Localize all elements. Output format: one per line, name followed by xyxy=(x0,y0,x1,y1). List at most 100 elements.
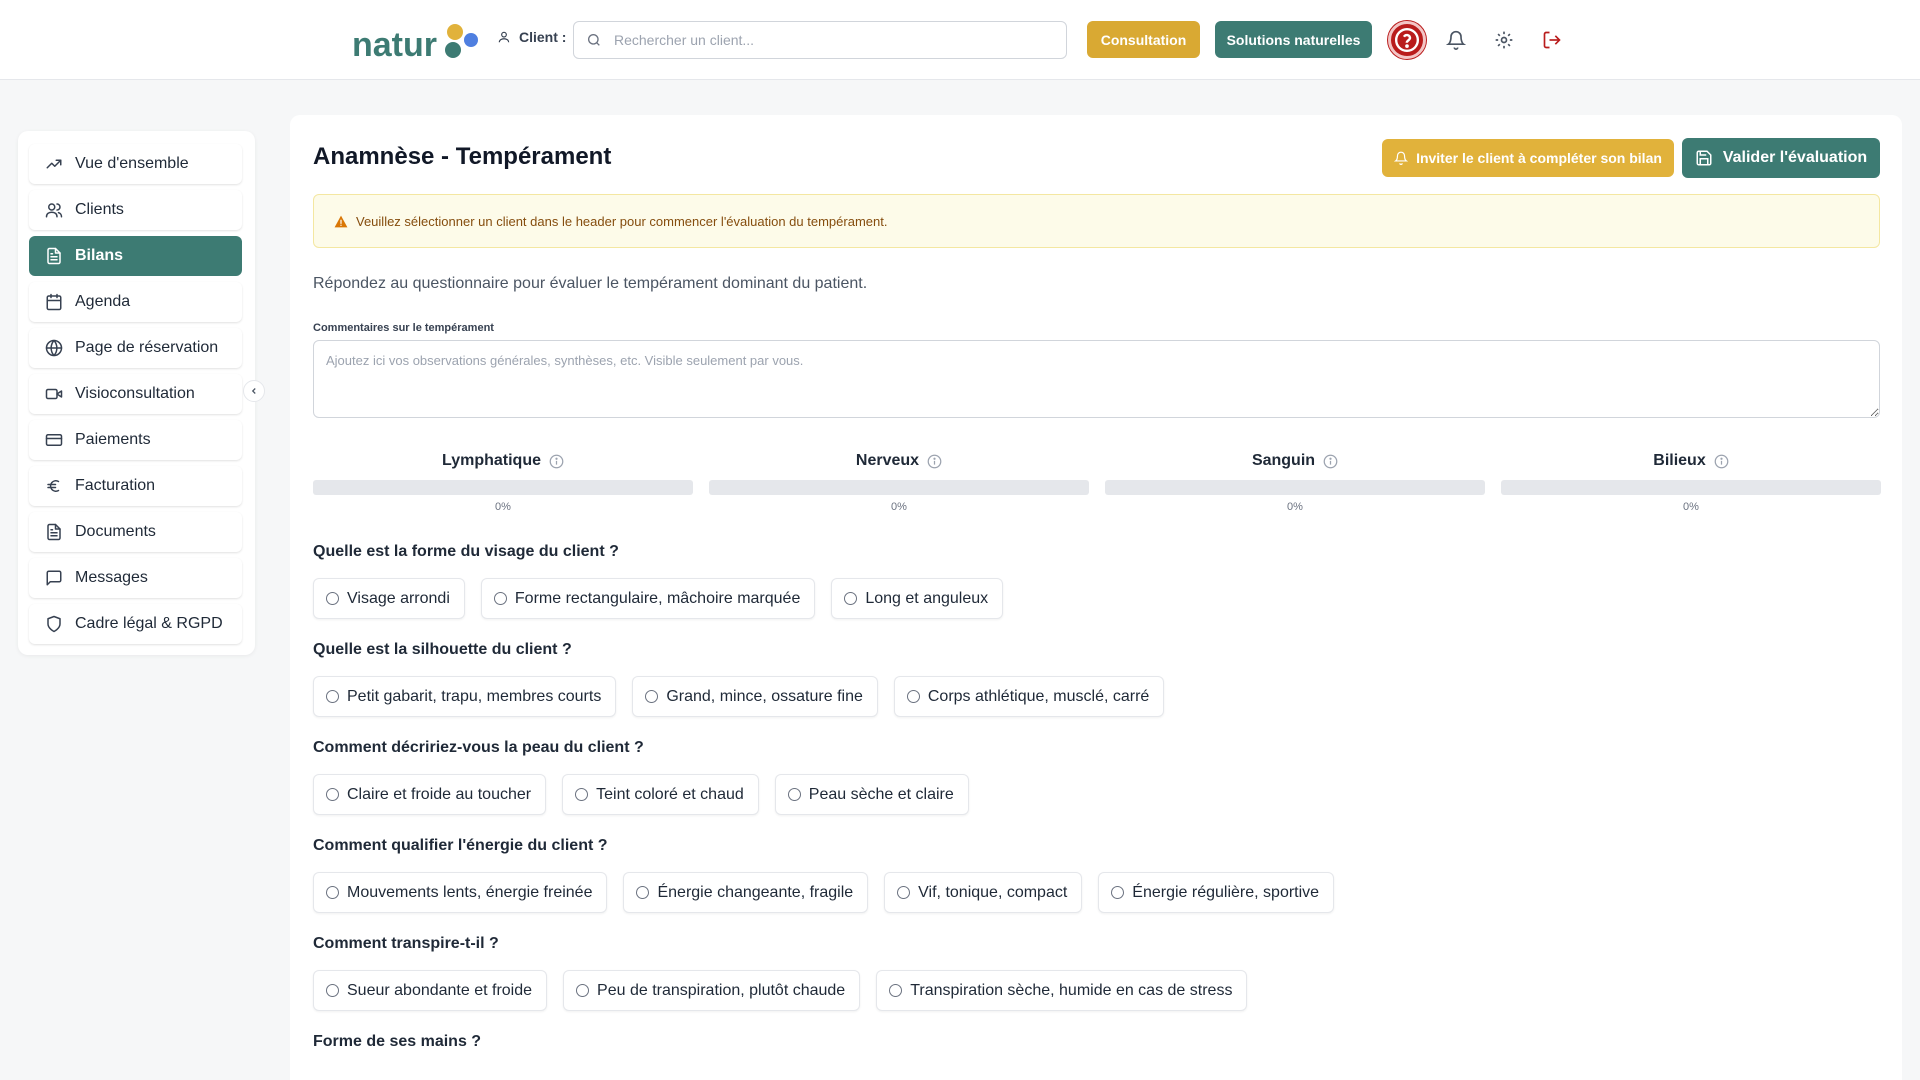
sidebar-item-label: Visioconsultation xyxy=(75,385,195,402)
temperament-name: Nerveux xyxy=(855,452,920,469)
radio-circle-icon[interactable] xyxy=(889,984,903,997)
temperament-comment-field[interactable] xyxy=(313,340,1880,418)
radio-circle-icon[interactable] xyxy=(326,886,339,899)
client-search-input[interactable] xyxy=(614,32,1034,48)
radio-option[interactable]: Énergie régulière, sportive xyxy=(1098,872,1335,913)
radio-circle-icon[interactable] xyxy=(645,690,659,703)
info-icon[interactable] xyxy=(549,454,564,469)
temperament-header: Lymphatique xyxy=(313,450,693,472)
radio-option[interactable]: Énergie changeante, fragile xyxy=(623,872,869,913)
temperament-lymphatique: Lymphatique 0% xyxy=(313,450,693,513)
main-panel: Anamnèse - Tempérament Inviter le client… xyxy=(290,115,1902,1080)
question-label: Quelle est la silhouette du client ? xyxy=(313,641,572,658)
sidebar-item-visioconsultation[interactable]: Visioconsultation xyxy=(29,374,242,414)
sidebar-item-cadre-legal-rgpd[interactable]: Cadre légal & RGPD xyxy=(29,604,242,644)
alert-text: Veuillez sélectionner un client dans le … xyxy=(356,213,888,229)
radio-circle-icon[interactable] xyxy=(1111,886,1125,899)
calendar-icon xyxy=(46,293,62,311)
question-block: Comment décririez-vous la peau du client… xyxy=(313,739,969,815)
radio-circle-icon[interactable] xyxy=(844,592,858,605)
sidebar-item-agenda[interactable]: Agenda xyxy=(29,282,242,322)
option-group: Visage arrondi Forme rectangulaire, mâcho… xyxy=(313,578,1004,619)
sidebar-item-bilans[interactable]: Bilans xyxy=(29,236,242,276)
radio-circle-icon[interactable] xyxy=(326,592,339,605)
option-group: Claire et froide au toucher Teint coloré … xyxy=(313,774,969,815)
radio-circle-icon[interactable] xyxy=(576,984,590,997)
sidebar-item-vue-d-ensemble[interactable]: Vue d'ensemble xyxy=(29,144,242,184)
sidebar-item-facturation[interactable]: Facturation xyxy=(29,466,242,506)
temperament-header: Sanguin xyxy=(1105,450,1485,472)
sidebar-item-label: Clients xyxy=(75,201,124,218)
validate-evaluation-button[interactable]: Valider l'évaluation xyxy=(1682,138,1880,178)
radio-circle-icon[interactable] xyxy=(906,690,920,703)
sidebar-item-label: Agenda xyxy=(75,293,131,310)
sidebar-item-documents[interactable]: Documents xyxy=(29,512,242,552)
sidebar-item-label: Paiements xyxy=(75,431,151,448)
temperament-name: Sanguin xyxy=(1251,452,1316,469)
sidebar-item-page-de-reservation[interactable]: Page de réservation xyxy=(29,328,242,368)
radio-circle-icon[interactable] xyxy=(636,886,650,899)
radio-option[interactable]: Peau sèche et claire xyxy=(774,774,969,815)
shield-icon xyxy=(47,615,61,633)
user-icon xyxy=(498,31,510,43)
option-group: Mouvements lents, énergie freinée Énergie… xyxy=(313,872,1335,913)
radio-option[interactable]: Grand, mince, ossature fine xyxy=(632,676,878,717)
radio-option-label: Grand, mince, ossature fine xyxy=(666,687,863,705)
sidebar-item-clients[interactable]: Clients xyxy=(29,190,242,230)
invite-client-label: Inviter le client à compléter son bilan xyxy=(1416,150,1662,166)
radio-option[interactable]: Vif, tonique, compact xyxy=(884,872,1083,913)
top-header: natur Client : Consultation Solutions na… xyxy=(0,0,1920,80)
sidebar-item-label: Facturation xyxy=(75,477,156,494)
question-label: Comment transpire-t-il ? xyxy=(313,935,499,952)
info-icon[interactable] xyxy=(1323,454,1338,469)
intro-text: Répondez au questionnaire pour évaluer l… xyxy=(313,275,868,292)
info-icon[interactable] xyxy=(1714,454,1729,469)
radio-option[interactable]: Petit gabarit, trapu, membres courts xyxy=(313,676,617,717)
radio-circle-icon[interactable] xyxy=(897,886,911,899)
bell-icon[interactable] xyxy=(1438,22,1474,58)
radio-option[interactable]: Teint coloré et chaud xyxy=(562,774,759,815)
sidebar-item-paiements[interactable]: Paiements xyxy=(29,420,242,460)
radio-circle-icon[interactable] xyxy=(326,984,339,997)
radio-circle-icon[interactable] xyxy=(787,788,801,801)
settings-gear-icon[interactable] xyxy=(1486,22,1522,58)
radio-option-label: Visage arrondi xyxy=(347,589,450,607)
invite-client-button[interactable]: Inviter le client à compléter son bilan xyxy=(1382,139,1674,177)
solutions-naturelles-button[interactable]: Solutions naturelles xyxy=(1215,21,1372,58)
radio-option-label: Long et anguleux xyxy=(865,589,989,607)
save-icon xyxy=(1696,150,1712,166)
radio-option[interactable]: Transpiration sèche, humide en cas de st… xyxy=(876,970,1248,1011)
consultation-button[interactable]: Consultation xyxy=(1087,21,1200,58)
document-icon xyxy=(47,247,61,265)
logout-icon[interactable] xyxy=(1534,22,1570,58)
radio-circle-icon[interactable] xyxy=(493,592,507,605)
sidebar-item-label: Documents xyxy=(75,523,156,540)
radio-option[interactable]: Sueur abondante et froide xyxy=(313,970,548,1011)
sidebar-item-label: Page de réservation xyxy=(75,339,219,356)
info-icon[interactable] xyxy=(927,454,942,469)
radio-option[interactable]: Long et anguleux xyxy=(831,578,1004,619)
client-search[interactable] xyxy=(573,21,1067,59)
naturo-logo[interactable]: natur xyxy=(352,18,482,62)
radio-option-label: Forme rectangulaire, mâchoire marquée xyxy=(514,589,801,607)
help-icon[interactable] xyxy=(1388,21,1426,59)
radio-circle-icon[interactable] xyxy=(326,690,339,703)
radio-circle-icon[interactable] xyxy=(326,788,339,801)
radio-option[interactable]: Forme rectangulaire, mâchoire marquée xyxy=(480,578,816,619)
radio-option[interactable]: Peu de transpiration, plutôt chaude xyxy=(563,970,861,1011)
temperament-nerveux: Nerveux 0% xyxy=(709,450,1089,513)
radio-option[interactable]: Visage arrondi xyxy=(313,578,465,619)
radio-circle-icon[interactable] xyxy=(575,788,589,801)
sidebar-collapse-button[interactable] xyxy=(243,380,265,402)
radio-option[interactable]: Corps athlétique, musclé, carré xyxy=(893,676,1165,717)
radio-option[interactable]: Mouvements lents, énergie freinée xyxy=(313,872,608,913)
question-label: Quelle est la forme du visage du client … xyxy=(313,543,619,560)
question-label: Comment décririez-vous la peau du client… xyxy=(313,739,644,756)
radio-option-label: Peu de transpiration, plutôt chaude xyxy=(597,981,846,999)
sidebar-item-messages[interactable]: Messages xyxy=(29,558,242,598)
temperament-scores: Lymphatique 0% Nerveux 0% Sanguin 0% Bilieux 0% xyxy=(313,450,1881,520)
radio-option[interactable]: Claire et froide au toucher xyxy=(313,774,547,815)
temperament-bilieux: Bilieux 0% xyxy=(1501,450,1881,513)
temperament-progress-bar xyxy=(1501,480,1881,495)
question-block: Comment qualifier l'énergie du client ? M… xyxy=(313,837,1335,913)
